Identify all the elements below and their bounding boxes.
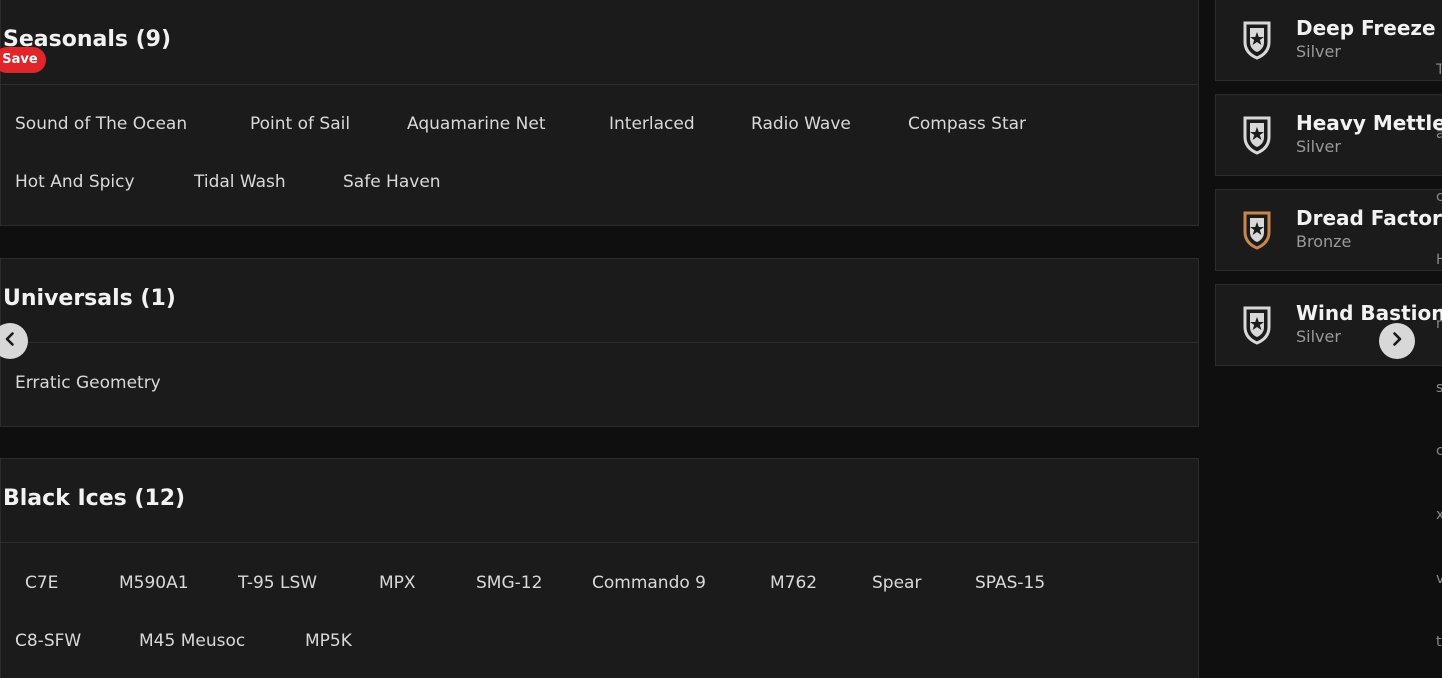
- charm-shield-icon: [1240, 210, 1274, 250]
- charm-card-deep-freeze[interactable]: Deep Freeze Silver: [1215, 0, 1442, 81]
- seasonals-row-1: Sound of The Ocean Point of Sail Aquamar…: [1, 114, 1198, 144]
- skin-item[interactable]: Safe Haven: [343, 172, 441, 192]
- skin-item[interactable]: Compass Star: [908, 114, 1026, 134]
- skin-item[interactable]: T-95 LSW: [238, 573, 317, 593]
- skin-item[interactable]: SPAS-15: [975, 573, 1045, 593]
- seasonals-header: Seasonals (9): [1, 0, 1198, 85]
- skin-item[interactable]: Hot And Spicy: [15, 172, 135, 192]
- charm-shield-icon: [1240, 305, 1274, 345]
- black-ices-section: Black Ices (12) C7E M590A1 T-95 LSW MPX …: [0, 458, 1199, 678]
- edge-letter: H: [1436, 252, 1442, 268]
- skin-item[interactable]: Interlaced: [609, 114, 695, 134]
- chevron-left-icon: [2, 331, 18, 351]
- charm-shield-icon: [1240, 20, 1274, 60]
- black-ices-title: Black Ices (12): [3, 486, 186, 511]
- universals-section: Universals (1) Erratic Geometry: [0, 258, 1199, 427]
- charm-card-heavy-mettle[interactable]: Heavy Mettle Silver: [1215, 94, 1442, 176]
- skin-item[interactable]: M762: [770, 573, 817, 593]
- charm-name: Heavy Mettle: [1296, 111, 1442, 135]
- edge-letter: n: [1436, 316, 1442, 332]
- skin-item[interactable]: Aquamarine Net: [407, 114, 545, 134]
- seasonals-section: Seasonals (9) Sound of The Ocean Point o…: [0, 0, 1199, 226]
- charm-tier: Silver: [1296, 42, 1341, 61]
- black-ices-row-2: C8-SFW M45 Meusoc MP5K: [1, 631, 1198, 661]
- skin-item[interactable]: M45 Meusoc: [139, 631, 245, 651]
- edge-letter: c: [1436, 443, 1442, 459]
- edge-letter: v: [1436, 571, 1442, 587]
- skin-item[interactable]: C7E: [25, 573, 58, 593]
- skin-item[interactable]: SMG-12: [476, 573, 542, 593]
- skin-item[interactable]: Tidal Wash: [194, 172, 286, 192]
- carousel-next-button[interactable]: [1379, 323, 1415, 359]
- charm-name: Dread Factor: [1296, 206, 1442, 230]
- charm-tier: Bronze: [1296, 232, 1352, 251]
- save-button[interactable]: Save: [0, 47, 46, 73]
- charm-shield-icon: [1240, 115, 1274, 155]
- skin-item[interactable]: MPX: [379, 573, 416, 593]
- charm-name: Wind Bastion: [1296, 301, 1442, 325]
- skin-item[interactable]: Sound of The Ocean: [15, 114, 187, 134]
- chevron-right-icon: [1389, 331, 1405, 351]
- edge-letter: t: [1436, 634, 1442, 650]
- edge-letter: T: [1436, 62, 1442, 78]
- seasonals-row-2: Hot And Spicy Tidal Wash Safe Haven: [1, 172, 1198, 202]
- skin-item[interactable]: C8-SFW: [15, 631, 81, 651]
- skin-item[interactable]: Point of Sail: [250, 114, 350, 134]
- black-ices-header: Black Ices (12): [1, 459, 1198, 543]
- edge-letter: a: [1436, 126, 1442, 142]
- universals-title: Universals (1): [3, 286, 176, 311]
- edge-text-column: T a c H n s c x v t: [1436, 0, 1442, 678]
- universals-row-1: Erratic Geometry: [1, 373, 1198, 403]
- charm-name: Deep Freeze: [1296, 16, 1436, 40]
- edge-letter: x: [1436, 507, 1442, 523]
- charm-tier: Silver: [1296, 327, 1341, 346]
- edge-letter: s: [1436, 380, 1442, 396]
- skin-item[interactable]: Commando 9: [592, 573, 706, 593]
- skin-item[interactable]: M590A1: [119, 573, 189, 593]
- page: Seasonals (9) Sound of The Ocean Point o…: [0, 0, 1442, 678]
- charm-card-dread-factor[interactable]: Dread Factor Bronze: [1215, 189, 1442, 271]
- universals-header: Universals (1): [1, 259, 1198, 343]
- skin-item[interactable]: Spear: [872, 573, 921, 593]
- skin-item[interactable]: MP5K: [305, 631, 352, 651]
- skin-item[interactable]: Erratic Geometry: [15, 373, 161, 393]
- charm-tier: Silver: [1296, 137, 1341, 156]
- edge-letter: c: [1436, 189, 1442, 205]
- black-ices-row-1: C7E M590A1 T-95 LSW MPX SMG-12 Commando …: [1, 573, 1198, 603]
- skin-item[interactable]: Radio Wave: [751, 114, 851, 134]
